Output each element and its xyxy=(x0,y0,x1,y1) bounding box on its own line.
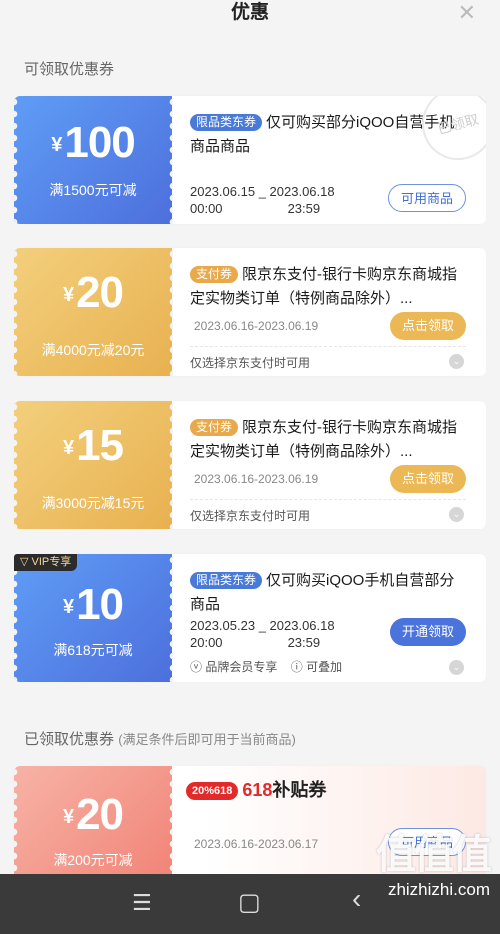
coupon-tag: 限品类东券 xyxy=(190,572,263,589)
coupon-card: ¥20 满4000元减20元 支付券 限京东支付-银行卡购京东商城指定实物类订单（… xyxy=(14,248,486,376)
coupon-description: 支付券 限京东支付-银行卡购京东商城指定实物类订单（特例商品除外）... xyxy=(190,266,458,307)
coupon-validity: 2023.06.16-2023.06.17 xyxy=(194,837,319,851)
coupon-description: 限品类东券 仅可购买iQOO手机自营部分商品 xyxy=(190,572,455,613)
coupon-card: ¥100 满1500元可减 限品类东券 仅可购买部分iQOO自营手机商品商品 20… xyxy=(14,96,486,224)
coupon-card: ¥15 满3000元减15元 支付券 限京东支付-银行卡购京东商城指定实物类订单（… xyxy=(14,401,486,529)
coupon-description: 支付券 限京东支付-银行卡购京东商城指定实物类订单（特例商品除外）... xyxy=(190,419,458,460)
coupon-amount: 10 xyxy=(76,580,124,629)
coupon-value-panel: ¥15 满3000元减15元 xyxy=(14,401,172,529)
coupon-tag: 限品类东券 xyxy=(190,114,263,131)
coupon-amount: 20 xyxy=(76,268,124,317)
chevron-down-icon[interactable]: ⌄ xyxy=(449,354,464,369)
coupon-value-panel: ¥10 满618元可减 xyxy=(14,554,172,682)
dialog-header: 优惠 ✕ xyxy=(0,0,500,28)
currency-symbol: ¥ xyxy=(62,284,75,306)
home-icon[interactable]: ▢ xyxy=(238,891,261,915)
coupon-condition: 满200元可减 xyxy=(53,852,133,868)
back-icon[interactable]: ‹ xyxy=(352,885,361,913)
618-badge: 20%618 xyxy=(186,782,239,800)
coupon-amount: 20 xyxy=(76,790,124,839)
coupon-tag: 支付券 xyxy=(190,266,239,283)
page-title: 优惠 xyxy=(230,2,269,23)
coupon-validity: 2023.06.15 _ 2023.06.18 00:00 23:59 xyxy=(190,184,335,216)
vip-badge: ▽ VIP专享 xyxy=(14,554,78,571)
coupon-note: ⓥ 品牌会员专享 ⓘ 可叠加 xyxy=(190,660,343,674)
coupon-validity: 2023.05.23 _ 2023.06.18 20:00 23:59 xyxy=(190,618,335,650)
coupon-title: 20%618 618补贴券 xyxy=(186,776,326,802)
coupon-amount: 100 xyxy=(64,118,135,167)
divider xyxy=(190,346,466,347)
watermark: 值值值 zhizhizhi.com xyxy=(376,822,492,900)
currency-symbol: ¥ xyxy=(51,134,63,156)
divider xyxy=(190,499,466,500)
stack-icon: ⓘ xyxy=(290,660,303,674)
coupon-validity: 2023.06.16-2023.06.19 xyxy=(194,319,319,333)
chevron-down-icon[interactable]: ⌄ xyxy=(449,660,464,675)
coupon-description: 限品类东券 仅可购买部分iQOO自营手机商品商品 xyxy=(190,114,455,155)
coupon-value-panel: ¥100 满1500元可减 xyxy=(14,96,172,224)
section-received-title: 已领取优惠券 (满足条件后即可用于当前商品) xyxy=(24,731,296,748)
coupon-note: 仅选择京东支付时可用 xyxy=(190,356,311,370)
watermark-logo: 值值值 xyxy=(376,833,492,877)
currency-symbol: ¥ xyxy=(62,596,75,618)
coupon-validity: 2023.06.16-2023.06.19 xyxy=(194,472,319,486)
coupon-condition: 满618元可减 xyxy=(53,642,133,658)
open-claim-button[interactable]: 开通领取 xyxy=(389,618,466,646)
watermark-url: zhizhizhi.com xyxy=(387,880,490,899)
currency-symbol: ¥ xyxy=(62,437,75,459)
claim-button[interactable]: 点击领取 xyxy=(389,312,466,340)
currency-symbol: ¥ xyxy=(62,806,75,828)
member-icon: ⓥ xyxy=(190,660,203,674)
menu-icon[interactable]: ☰ xyxy=(132,892,152,914)
chevron-down-icon[interactable]: ⌄ xyxy=(449,507,464,522)
claim-button[interactable]: 点击领取 xyxy=(389,465,466,493)
coupon-amount: 15 xyxy=(76,421,124,470)
coupon-card: ¥10 满618元可减 限品类东券 仅可购买iQOO手机自营部分商品 2023.0… xyxy=(14,554,486,682)
coupon-value-panel: ¥20 满4000元减20元 xyxy=(14,248,172,376)
coupon-condition: 满3000元减15元 xyxy=(41,495,145,511)
coupon-tag: 支付券 xyxy=(190,419,239,436)
coupon-note: 仅选择京东支付时可用 xyxy=(190,509,311,523)
coupon-condition: 满1500元可减 xyxy=(49,182,137,198)
section-available-title: 可领取优惠券 xyxy=(24,61,115,78)
coupon-condition: 满4000元减20元 xyxy=(41,342,145,358)
close-icon[interactable]: ✕ xyxy=(458,2,476,24)
available-products-button[interactable]: 可用商品 xyxy=(387,184,466,212)
